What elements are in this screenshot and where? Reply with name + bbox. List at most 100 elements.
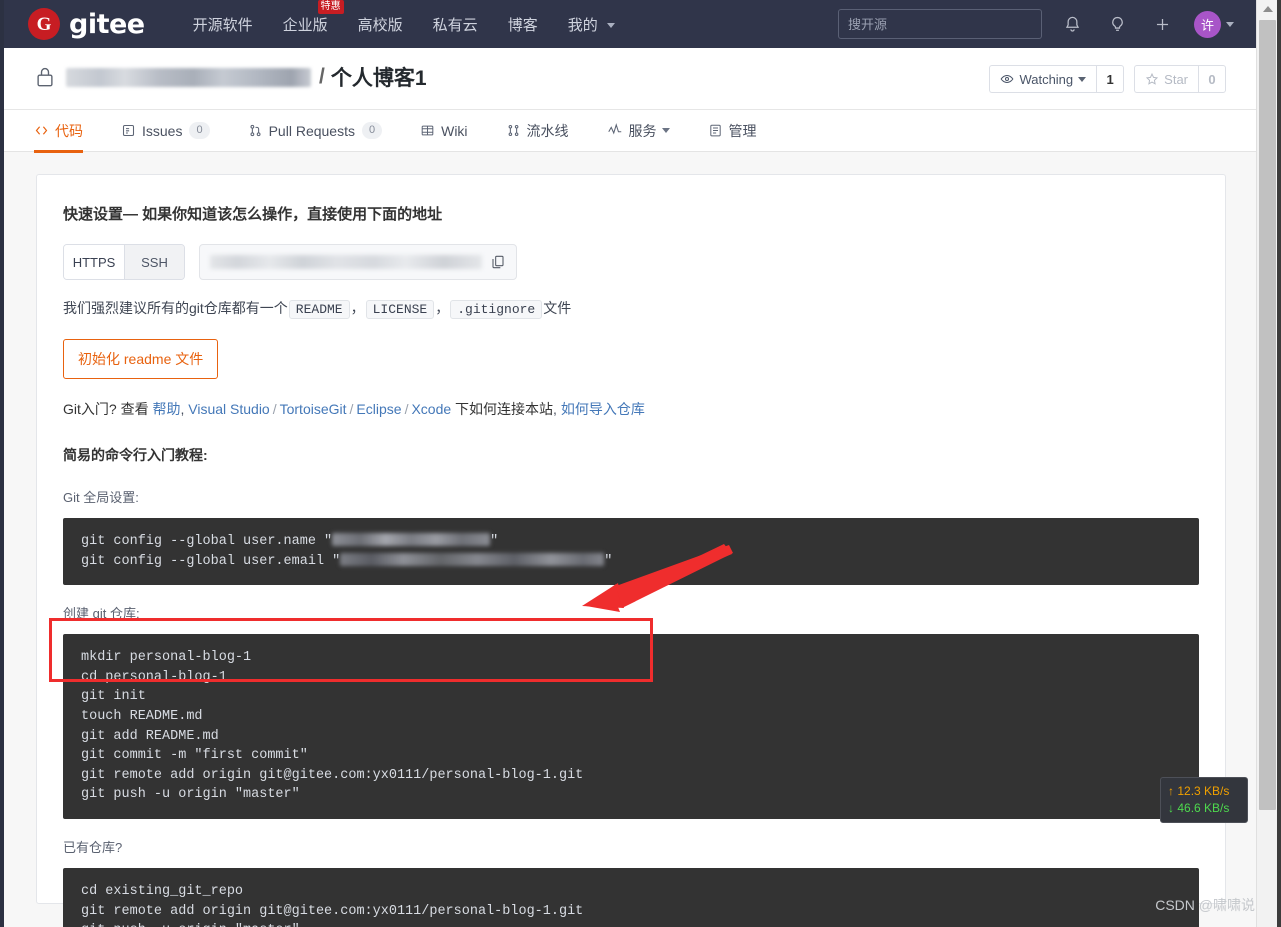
tab-label: 代码 xyxy=(55,122,83,139)
lightbulb-icon[interactable] xyxy=(1102,9,1132,39)
page-content-area: 快速设置— 如果你知道该怎么操作，直接使用下面的地址 HTTPS SSH 我们强… xyxy=(4,152,1256,927)
top-navigation-bar: G gitee 开源软件 企业版 特惠 高校版 私有云 博客 我的 搜开源 许 xyxy=(0,0,1256,48)
upload-speed-value: 12.3 KB/s xyxy=(1177,784,1230,798)
top-nav-right-group: 许 xyxy=(838,9,1234,39)
link-separator: / xyxy=(404,401,409,417)
xcode-link[interactable]: Xcode xyxy=(411,401,451,417)
watermark: CSDN @啸啸说 xyxy=(1155,897,1255,913)
repo-action-buttons: Watching 1 Star 0 xyxy=(979,65,1226,93)
file-license: LICENSE xyxy=(365,300,435,319)
star-button-label: Star xyxy=(1164,71,1188,87)
nav-link-university[interactable]: 高校版 xyxy=(358,14,403,35)
star-count[interactable]: 0 xyxy=(1198,65,1226,93)
git-help-comma: , xyxy=(180,401,185,417)
page-title: 个人博客1 xyxy=(330,67,427,90)
tab-issues[interactable]: Issues 0 xyxy=(121,110,210,152)
plus-icon[interactable] xyxy=(1147,9,1177,39)
existing-repo-code[interactable]: cd existing_git_repo git remote add orig… xyxy=(63,867,1199,927)
cli-tutorial-heading: 简易的命令行入门教程: xyxy=(63,447,208,463)
create-repo-label: 创建 git 仓库: xyxy=(63,606,140,622)
tab-count: 0 xyxy=(361,122,383,139)
tab-manage[interactable]: 管理 xyxy=(708,110,757,152)
promo-badge: 特惠 xyxy=(317,0,344,14)
tab-pull-requests[interactable]: Pull Requests 0 xyxy=(248,110,383,152)
user-name-redacted xyxy=(332,533,491,546)
eclipse-link[interactable]: Eclipse xyxy=(356,401,401,417)
protocol-toggle-group: HTTPS SSH xyxy=(63,244,185,280)
tortoisegit-link[interactable]: TortoiseGit xyxy=(280,401,347,417)
link-separator: / xyxy=(272,401,277,417)
search-input[interactable] xyxy=(838,9,1042,39)
star-button-group: Star 0 xyxy=(1134,65,1226,93)
chevron-down-icon xyxy=(606,23,615,29)
help-link[interactable]: 帮助 xyxy=(152,401,180,417)
copy-icon[interactable] xyxy=(490,254,506,270)
star-icon xyxy=(1145,72,1159,86)
chevron-down-icon xyxy=(1078,76,1087,82)
gitee-logo[interactable]: G gitee xyxy=(28,8,145,40)
git-help-mid: 下如何连接本站 xyxy=(455,401,554,417)
advice-suffix: 文件 xyxy=(543,300,572,316)
upload-speed: ↑ 12.3 KB/s xyxy=(1168,783,1240,800)
vertical-scrollbar[interactable] xyxy=(1256,0,1277,927)
nav-link-blog[interactable]: 博客 xyxy=(508,14,538,35)
quick-setup-card: 快速设置— 如果你知道该怎么操作，直接使用下面的地址 HTTPS SSH 我们强… xyxy=(36,174,1226,927)
gitee-logo-text: gitee xyxy=(69,8,145,40)
protocol-ssh-button[interactable]: SSH xyxy=(124,245,184,279)
main-nav-links: 开源软件 企业版 特惠 高校版 私有云 博客 我的 xyxy=(193,0,645,35)
scroll-up-button[interactable] xyxy=(1257,0,1278,17)
pull-request-icon xyxy=(248,123,263,138)
download-speed-value: 46.6 KB/s xyxy=(1177,801,1230,815)
tab-services[interactable]: 服务 xyxy=(607,110,670,152)
gitee-logo-mark: G xyxy=(28,8,60,40)
nav-link-mine[interactable]: 我的 xyxy=(568,14,615,35)
visual-studio-link[interactable]: Visual Studio xyxy=(188,401,269,417)
watch-button-group: Watching 1 xyxy=(989,65,1125,93)
clone-url-field[interactable] xyxy=(199,244,517,280)
user-email-redacted xyxy=(340,552,605,566)
issue-icon xyxy=(121,123,136,138)
tab-code[interactable]: 代码 xyxy=(34,110,83,153)
git-global-config-label: Git 全局设置: xyxy=(63,490,139,505)
bell-icon[interactable] xyxy=(1057,9,1087,39)
watch-count[interactable]: 1 xyxy=(1096,65,1125,93)
scrollbar-thumb[interactable] xyxy=(1259,20,1276,810)
breadcrumb-separator: / xyxy=(319,65,325,88)
tab-wiki[interactable]: Wiki xyxy=(420,110,468,152)
watch-button[interactable]: Watching xyxy=(989,65,1097,93)
download-speed: ↓ 46.6 KB/s xyxy=(1168,800,1240,817)
book-icon xyxy=(420,123,435,138)
repo-files-advice: 我们强烈建议所有的git仓库都有一个 README， LICENSE， .gitign… xyxy=(63,298,1199,319)
code-icon xyxy=(34,123,49,138)
git-global-config-code[interactable]: git config --global user.name " " git con… xyxy=(63,518,1199,586)
config-line-1-prefix: git config --global user.name " xyxy=(81,534,333,549)
star-button[interactable]: Star xyxy=(1134,65,1198,93)
import-repo-link[interactable]: 如何导入仓库 xyxy=(561,401,645,417)
user-menu[interactable]: 许 xyxy=(1194,10,1234,38)
git-help-tail-comma: , xyxy=(553,401,557,417)
git-help-view: 查看 xyxy=(120,401,149,417)
chevron-down-icon xyxy=(1226,21,1234,27)
create-repo-code[interactable]: mkdir personal-blog-1 cd personal-blog-1… xyxy=(63,634,1199,819)
pulse-icon xyxy=(607,123,623,138)
nav-link-enterprise[interactable]: 企业版 特惠 xyxy=(282,0,344,35)
tab-count: 0 xyxy=(189,122,210,139)
tab-label: 管理 xyxy=(728,122,757,139)
nav-link-privatecloud[interactable]: 私有云 xyxy=(433,14,478,35)
nav-link-label: 企业版 xyxy=(282,16,328,34)
nav-link-opensource[interactable]: 开源软件 xyxy=(193,14,253,35)
git-help-line: Git入门? 查看 帮助, Visual Studio / TortoiseGit /… xyxy=(63,399,1199,419)
init-readme-button[interactable]: 初始化 readme 文件 xyxy=(63,339,219,379)
tab-pipeline[interactable]: 流水线 xyxy=(506,110,569,152)
avatar: 许 xyxy=(1194,10,1221,38)
window-edge-right xyxy=(1277,0,1281,927)
quick-setup-title: 快速设置— 如果你知道该怎么操作，直接使用下面的地址 xyxy=(63,206,443,223)
advice-comma-1: ， xyxy=(350,300,365,316)
link-separator: / xyxy=(349,401,354,417)
owner-name-redacted[interactable] xyxy=(66,67,311,87)
eye-icon xyxy=(1000,72,1014,86)
breadcrumb: / 个人博客1 xyxy=(34,62,427,92)
triangle-up-icon xyxy=(1262,5,1273,12)
protocol-https-button[interactable]: HTTPS xyxy=(64,245,124,279)
network-speed-widget: ↑ 12.3 KB/s ↓ 46.6 KB/s xyxy=(1160,777,1248,823)
